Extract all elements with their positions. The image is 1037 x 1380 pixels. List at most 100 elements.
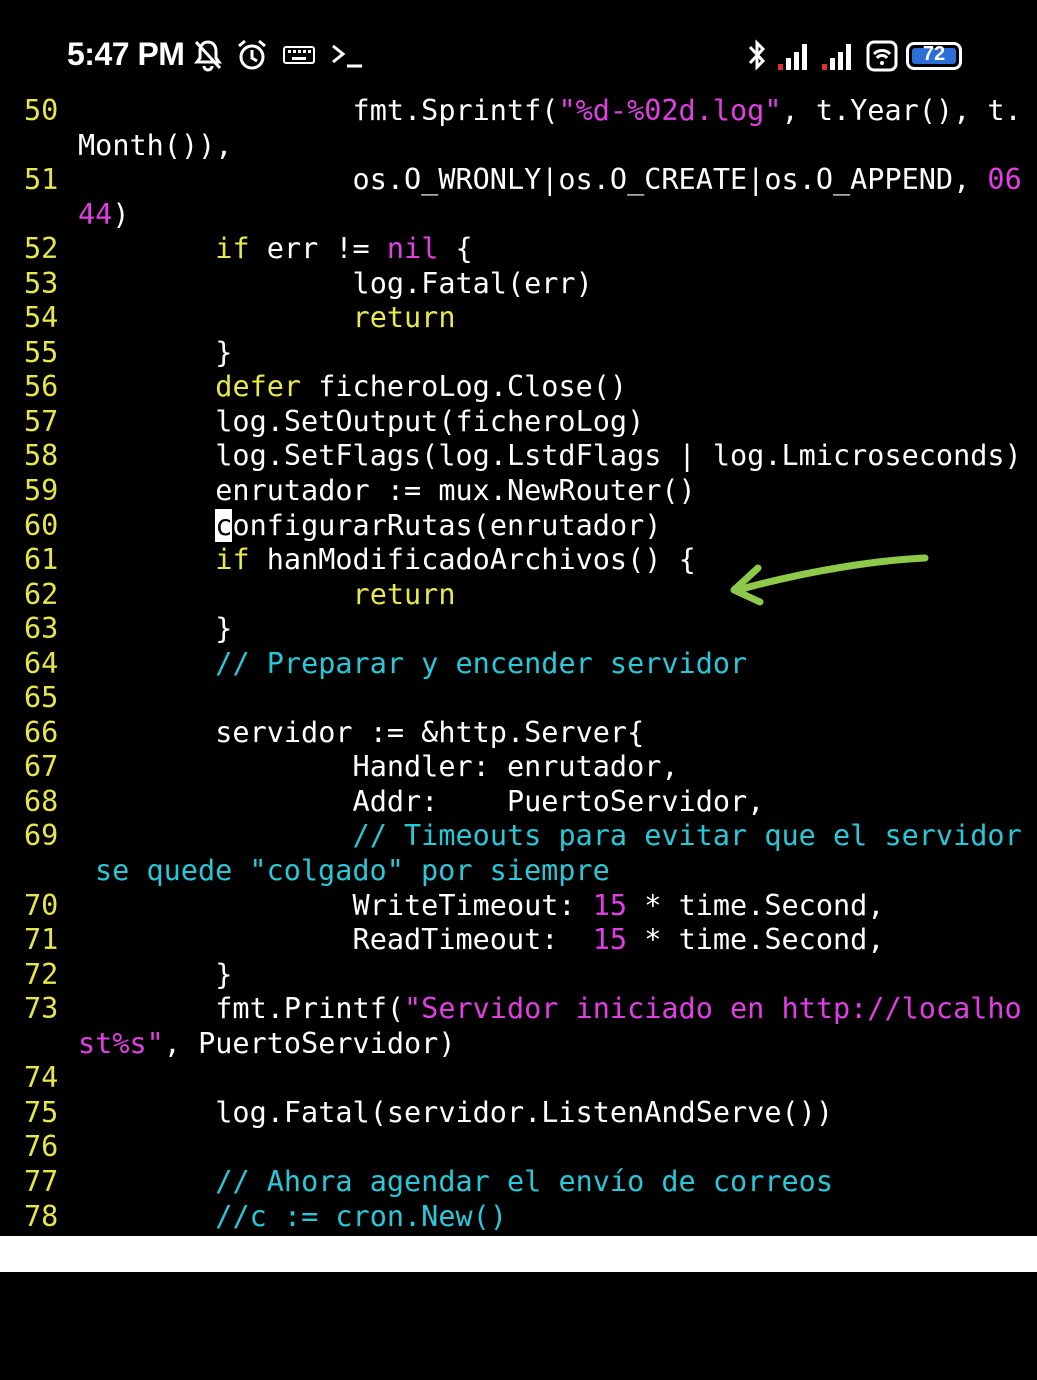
code-token: os.O_WRONLY|os.O_CREATE|os.O_APPEND, [78, 163, 988, 197]
code-token: } [78, 612, 233, 646]
code-token: if [215, 232, 250, 266]
code-text: //c := cron.New() [78, 1200, 507, 1235]
line-number: 64 [24, 646, 59, 680]
bluetooth-icon [748, 39, 766, 71]
code-token: // Preparar y encender servidor [215, 646, 748, 680]
code-token: * time.Second, [627, 923, 885, 957]
code-text: fmt.Sprintf("%d-%02d.log", t.Year(), t. [78, 94, 1022, 129]
line-number: 53 [24, 266, 59, 300]
code-text: 44) [78, 198, 130, 233]
code-line: 69 // Timeouts para evitar que el servid… [0, 819, 1037, 854]
line-number: 59 [24, 474, 59, 508]
code-line: Month()), [0, 129, 1037, 164]
code-token: ficheroLog.Close() [301, 370, 628, 404]
code-token: fmt.Sprintf( [78, 94, 559, 127]
code-token: * time.Second, [627, 888, 885, 922]
code-token: 44 [78, 197, 113, 231]
code-token: log.SetOutput(ficheroLog) [78, 404, 645, 438]
code-text: } [78, 958, 232, 993]
code-text: return [78, 578, 456, 613]
code-token: if [215, 543, 250, 577]
line-number: 68 [24, 784, 59, 818]
code-token: log.Fatal(servidor.ListenAndServe()) [78, 1095, 833, 1129]
annotation-arrow [730, 554, 929, 606]
code-text: log.SetOutput(ficheroLog) [78, 405, 644, 440]
code-token: //c := cron.New() [215, 1199, 507, 1233]
line-number: 54 [24, 301, 59, 335]
signal-icon [778, 44, 807, 70]
code-line: 44) [0, 198, 1037, 233]
code-line: 68 Addr: PuertoServidor, [0, 785, 1037, 820]
code-line: 76 [0, 1130, 1037, 1165]
line-number: 72 [24, 957, 59, 991]
code-line: 52 if err != nil { [0, 232, 1037, 267]
code-line: 64 // Preparar y encender servidor [0, 647, 1037, 682]
line-number: 52 [24, 232, 59, 266]
code-text: Handler: enrutador, [78, 750, 679, 785]
code-line: 73 fmt.Printf("Servidor iniciado en http… [0, 992, 1037, 1027]
line-number: 63 [24, 612, 59, 646]
battery-level: 72 [922, 43, 946, 65]
code-line: 77 // Ahora agendar el envío de correos [0, 1165, 1037, 1200]
code-text: return [78, 301, 456, 336]
code-line: 78 //c := cron.New() [0, 1200, 1037, 1235]
code-text: fmt.Printf("Servidor iniciado en http://… [78, 992, 1021, 1027]
keyboard-icon [283, 46, 315, 64]
line-number: 70 [24, 888, 59, 922]
code-token: } [78, 335, 233, 369]
code-token: // Timeouts para evitar que el servidor [352, 819, 1022, 853]
code-line: 51 os.O_WRONLY|os.O_CREATE|os.O_APPEND, … [0, 163, 1037, 198]
code-token: return [352, 301, 456, 335]
line-number: 56 [24, 370, 59, 404]
line-number: 60 [24, 508, 59, 542]
code-text: WriteTimeout: 15 * time.Second, [78, 888, 885, 924]
code-line: 55 } [0, 336, 1037, 371]
code-token: , PuertoServidor) [163, 1026, 456, 1060]
code-text: configurarRutas(enrutador) [78, 508, 661, 544]
code-token: Month()), [78, 128, 233, 162]
code-line: 53 log.Fatal(err) [0, 267, 1037, 302]
code-line: 70 WriteTimeout: 15 * time.Second, [0, 889, 1037, 924]
code-text: if err != nil { [78, 232, 472, 267]
code-line: 56 defer ficheroLog.Close() [0, 370, 1037, 405]
line-number: 55 [24, 335, 59, 369]
code-line: 50 fmt.Sprintf("%d-%02d.log", t.Year(), … [0, 94, 1037, 129]
code-token: // Ahora agendar el envío de correos [215, 1164, 833, 1198]
line-number: 71 [24, 923, 59, 957]
code-text: Month()), [78, 129, 232, 164]
code-line: 75 log.Fatal(servidor.ListenAndServe()) [0, 1096, 1037, 1131]
text-cursor: c [215, 508, 233, 542]
line-number: 69 [24, 819, 59, 853]
code-token: log.SetFlags(log.LstdFlags | log.Lmicros… [78, 439, 1022, 473]
code-line: 57 log.SetOutput(ficheroLog) [0, 405, 1037, 440]
clock: 5:47 PM [67, 36, 185, 72]
scroll-percent: 58% [975, 1345, 1027, 1378]
code-line: 54 return [0, 301, 1037, 336]
code-token: Addr: PuertoServidor, [78, 784, 765, 818]
line-number: 61 [24, 543, 59, 577]
code-text: } [78, 336, 232, 371]
code-text: // Timeouts para evitar que el servidor [78, 819, 1022, 854]
mute-bell-icon [194, 40, 222, 72]
code-text: defer ficheroLog.Close() [78, 370, 627, 405]
code-text: log.Fatal(servidor.ListenAndServe()) [78, 1096, 833, 1131]
code-text: log.Fatal(err) [78, 267, 593, 302]
code-token: hanModificadoArchivos() { [249, 543, 696, 577]
line-number: 57 [24, 404, 59, 438]
code-token: WriteTimeout: [78, 888, 593, 922]
code-text: } [78, 612, 232, 647]
code-line: se quede "colgado" por siempre [0, 854, 1037, 889]
code-editor[interactable]: 50 fmt.Sprintf("%d-%02d.log", t.Year(), … [0, 94, 1037, 1234]
code-line: st%s", PuertoServidor) [0, 1027, 1037, 1062]
code-token: , t.Year(), t. [781, 94, 1022, 127]
file-name: main.go [8, 1273, 129, 1306]
code-line: 74 [0, 1061, 1037, 1096]
